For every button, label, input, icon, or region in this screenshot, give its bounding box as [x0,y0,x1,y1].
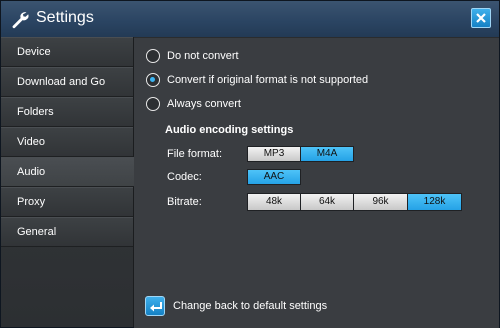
sidebar-item-label: Audio [17,166,46,178]
sidebar-item-audio[interactable]: Audio [1,157,135,187]
sidebar-item-download-and-go[interactable]: Download and Go [1,67,133,97]
sidebar-item-folders[interactable]: Folders [1,97,133,127]
format-m4a-button[interactable]: M4A [300,146,354,162]
bitrate-label: Bitrate: [167,196,202,208]
sidebar-item-label: Device [17,46,51,58]
radio-circle [146,49,160,63]
sidebar: Device Download and Go Folders Video Aud… [1,37,135,327]
undo-arrow-icon [150,302,162,312]
sidebar-item-label: Download and Go [17,76,106,88]
settings-window: Settings Device Download and Go Folders … [0,0,500,328]
codec-label: Codec: [167,171,202,183]
sidebar-item-label: Proxy [17,196,46,208]
reset-defaults-link[interactable]: Change back to default settings [173,300,327,312]
sidebar-item-label: General [17,226,57,238]
radio-label: Do not convert [167,50,239,62]
sidebar-item-video[interactable]: Video [1,127,133,157]
reset-defaults-button[interactable] [145,296,165,316]
section-title: Audio encoding settings [165,124,294,136]
sidebar-item-label: Video [17,136,45,148]
radio-label: Always convert [167,98,241,110]
close-button[interactable] [471,8,491,28]
sidebar-item-label: Folders [17,106,54,118]
file-format-label: File format: [167,148,223,160]
close-icon [476,13,486,23]
codec-aac-button[interactable]: AAC [247,169,301,185]
sidebar-item-proxy[interactable]: Proxy [1,187,133,217]
bitrate-128k-button[interactable]: 128k [407,193,462,211]
audio-settings-panel: Do not convert Convert if original forma… [134,37,499,328]
bitrate-96k-button[interactable]: 96k [353,193,408,211]
radio-label: Convert if original format is not suppor… [167,74,369,86]
radio-circle [146,73,160,87]
radio-circle [146,97,160,111]
bitrate-64k-button[interactable]: 64k [300,193,354,211]
window-title: Settings [36,9,94,26]
bitrate-48k-button[interactable]: 48k [247,193,301,211]
format-mp3-button[interactable]: MP3 [247,146,301,162]
wrench-icon [12,12,29,29]
radio-selected-dot [150,77,155,82]
title-bar: Settings [1,1,499,37]
sidebar-item-general[interactable]: General [1,217,133,247]
sidebar-item-device[interactable]: Device [1,37,133,67]
